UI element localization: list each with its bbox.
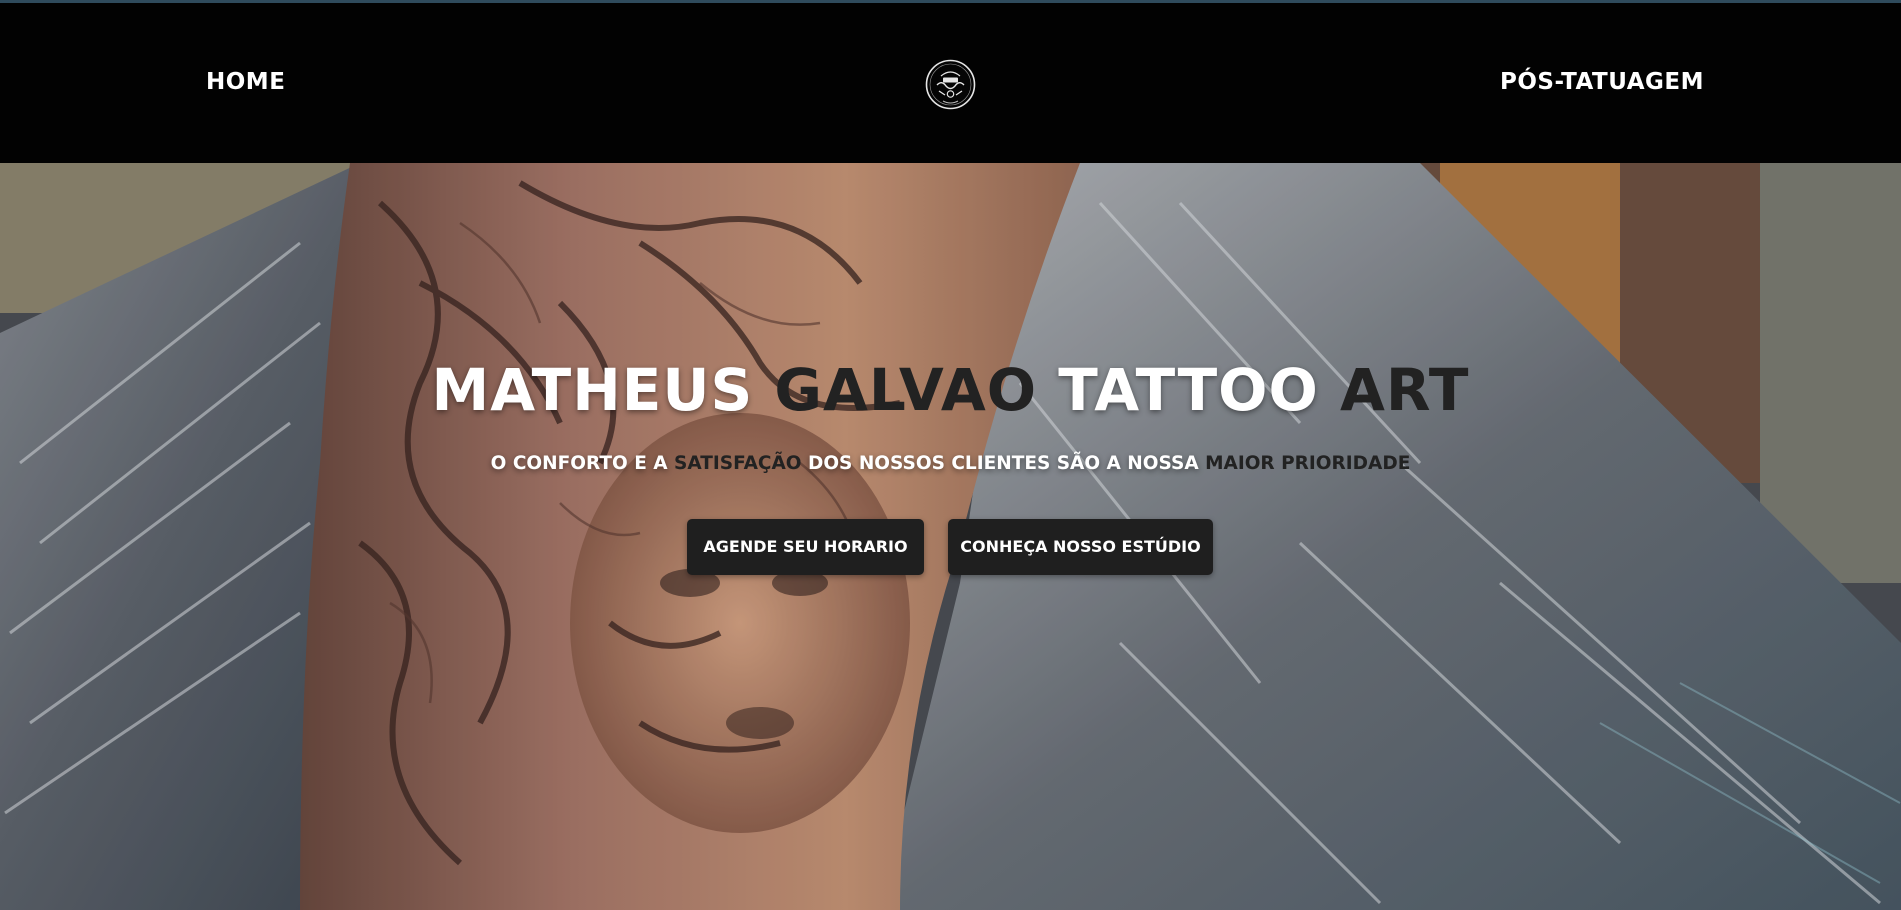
hero-title-part-1: MATHEUS <box>431 356 775 424</box>
hero-section: MATHEUS GALVAO TATTOO ART O CONFORTO E A… <box>0 163 1901 910</box>
hero-title-part-3: TATTOO <box>1037 356 1340 424</box>
logo-icon <box>925 59 976 110</box>
navbar: HOME PÓS-TATUAGEM <box>0 3 1901 163</box>
nav-home-link[interactable]: HOME <box>206 69 285 95</box>
nav-post-tattoo-link[interactable]: PÓS-TATUAGEM <box>1500 69 1704 95</box>
hero-subtitle-part-4: MAIOR PRIORIDADE <box>1205 453 1411 474</box>
hero-subtitle: O CONFORTO E A SATISFAÇÃO DOS NOSSOS CLI… <box>0 451 1901 477</box>
schedule-appointment-button[interactable]: AGENDE SEU HORARIO <box>687 519 924 575</box>
hero-title-part-4: ART <box>1339 356 1470 424</box>
galvao-tattoo-logo[interactable] <box>924 58 977 111</box>
page: HOME PÓS-TATUAGEM MATHEUS GALVAO TATTOO … <box>0 0 1901 910</box>
know-studio-button[interactable]: CONHEÇA NOSSO ESTÚDIO <box>948 519 1213 575</box>
hero-title: MATHEUS GALVAO TATTOO ART <box>0 355 1901 425</box>
hero-subtitle-part-1: O CONFORTO E A <box>490 453 675 474</box>
hero-subtitle-part-2: SATISFAÇÃO <box>674 453 802 474</box>
hero-title-part-2: GALVAO <box>774 356 1038 424</box>
hero-subtitle-part-3: DOS NOSSOS CLIENTES SÃO A NOSSA <box>801 453 1206 474</box>
